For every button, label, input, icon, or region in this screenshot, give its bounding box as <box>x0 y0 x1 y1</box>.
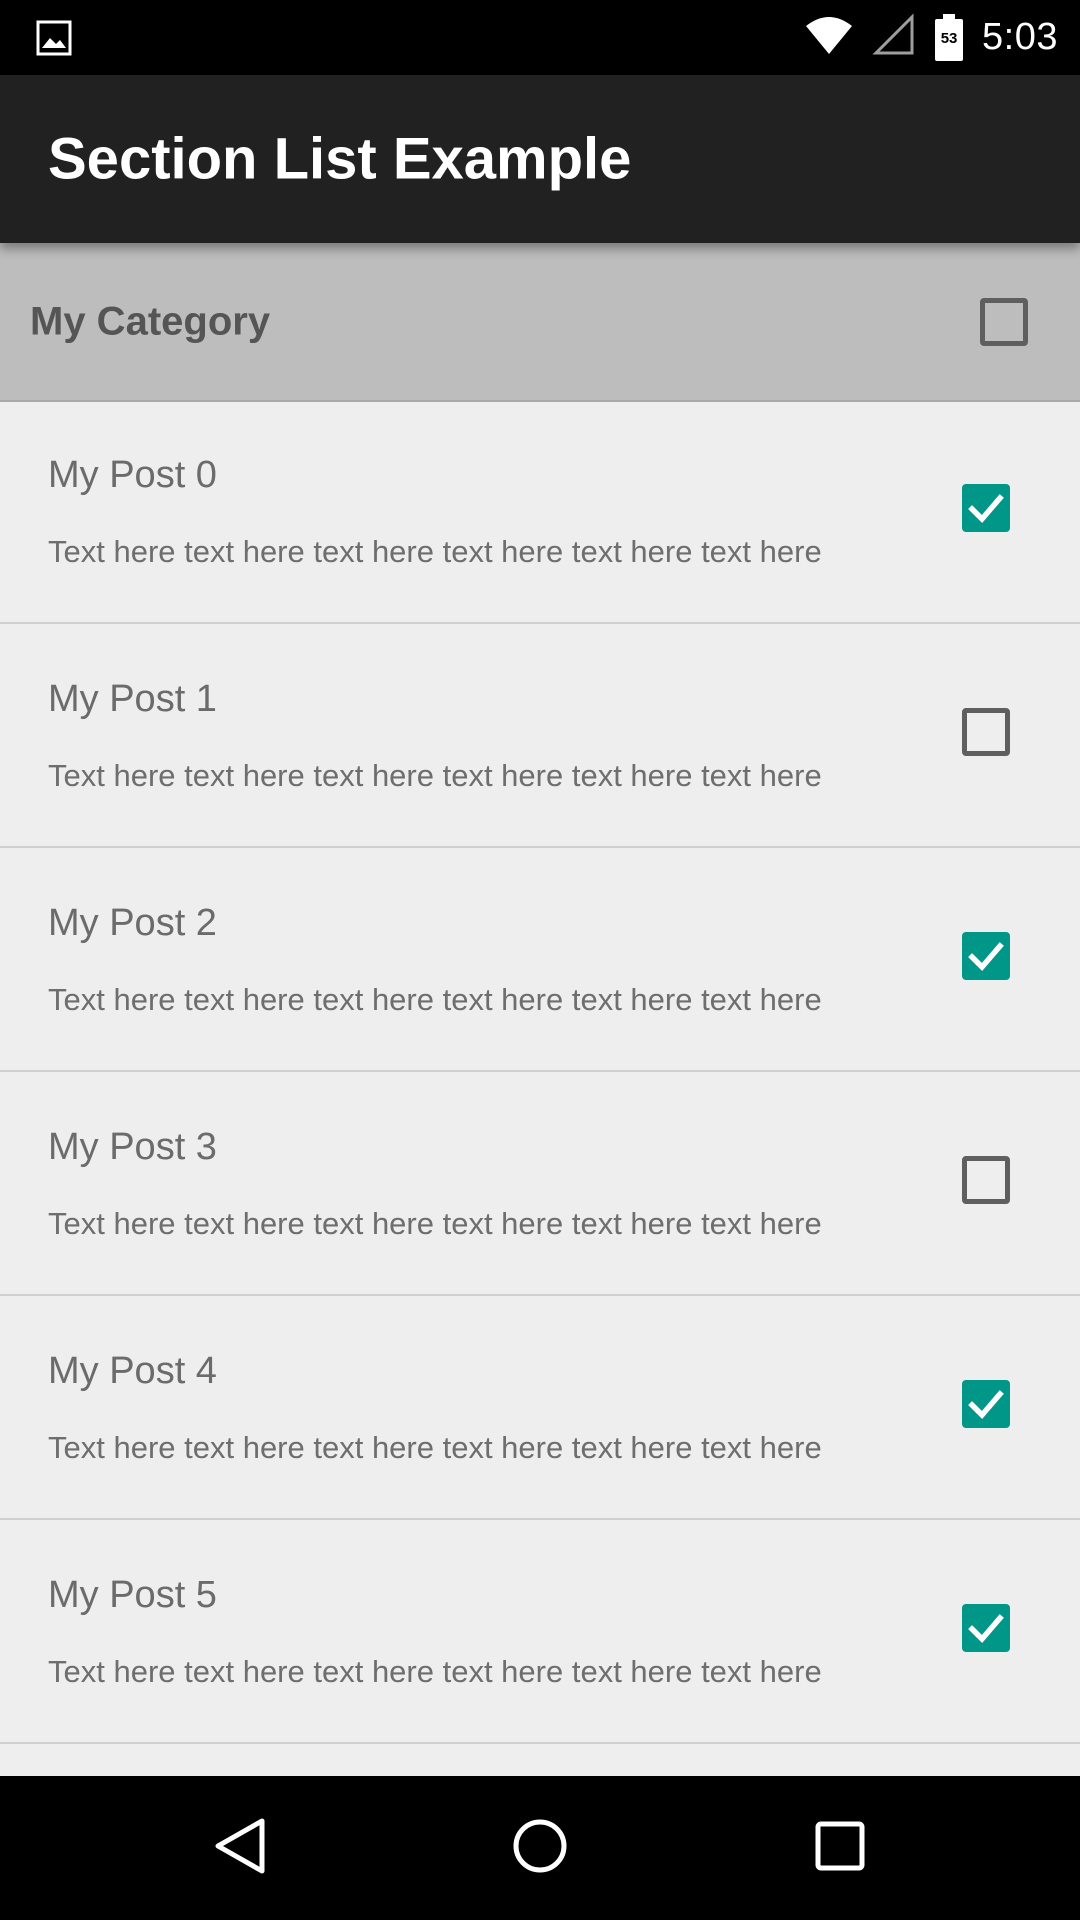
item-body: Text here text here text here text here … <box>48 758 822 793</box>
list-item[interactable]: My Post 5 Text here text here text here … <box>0 1520 1080 1744</box>
wifi-icon <box>804 14 854 61</box>
home-button[interactable] <box>480 1776 600 1920</box>
item-title: My Post 4 <box>48 1350 217 1392</box>
item-title: My Post 2 <box>48 902 217 944</box>
list-item[interactable]: My Post 2 Text here text here text here … <box>0 848 1080 1072</box>
recents-button[interactable] <box>780 1776 900 1920</box>
screen: 53 5:03 Section List Example My Category… <box>0 0 1080 1920</box>
item-checkbox[interactable] <box>962 1604 1010 1652</box>
item-checkbox[interactable] <box>962 708 1010 756</box>
back-icon <box>212 1816 268 1881</box>
app-bar: Section List Example <box>0 75 1080 243</box>
checkmark-icon <box>968 1614 1004 1644</box>
home-icon <box>512 1818 568 1879</box>
item-checkbox[interactable] <box>962 484 1010 532</box>
item-title: My Post 0 <box>48 454 217 496</box>
list-item[interactable]: My Post 4 Text here text here text here … <box>0 1296 1080 1520</box>
item-body: Text here text here text here text here … <box>48 534 822 569</box>
checkmark-icon <box>968 942 1004 972</box>
item-body: Text here text here text here text here … <box>48 1206 822 1241</box>
battery-icon: 53 <box>934 13 964 62</box>
item-checkbox[interactable] <box>962 1156 1010 1204</box>
list-item[interactable]: My Post 0 Text here text here text here … <box>0 400 1080 624</box>
app-title: Section List Example <box>48 126 632 192</box>
cell-signal-icon <box>872 13 916 62</box>
item-title: My Post 5 <box>48 1574 217 1616</box>
list-item[interactable]: My Post 3 Text here text here text here … <box>0 1072 1080 1296</box>
item-title: My Post 1 <box>48 678 217 720</box>
section-title: My Category <box>30 299 271 343</box>
section-header[interactable]: My Category <box>0 243 1080 402</box>
status-bar: 53 5:03 <box>0 0 1080 75</box>
battery-level: 53 <box>940 29 958 47</box>
recents-icon <box>815 1821 865 1876</box>
checkmark-icon <box>968 494 1004 524</box>
back-button[interactable] <box>180 1776 300 1920</box>
item-checkbox[interactable] <box>962 932 1010 980</box>
checkmark-icon <box>968 1390 1004 1420</box>
item-checkbox[interactable] <box>962 1380 1010 1428</box>
status-icons: 53 5:03 <box>804 0 1058 75</box>
status-time: 5:03 <box>982 16 1058 58</box>
post-list: My Post 0 Text here text here text here … <box>0 400 1080 1744</box>
list-item[interactable]: My Post 1 Text here text here text here … <box>0 624 1080 848</box>
navigation-bar <box>0 1776 1080 1920</box>
item-body: Text here text here text here text here … <box>48 1430 822 1465</box>
item-body: Text here text here text here text here … <box>48 1654 822 1689</box>
item-title: My Post 3 <box>48 1126 217 1168</box>
image-icon <box>36 20 72 56</box>
section-checkbox[interactable] <box>980 297 1028 346</box>
item-body: Text here text here text here text here … <box>48 982 822 1017</box>
